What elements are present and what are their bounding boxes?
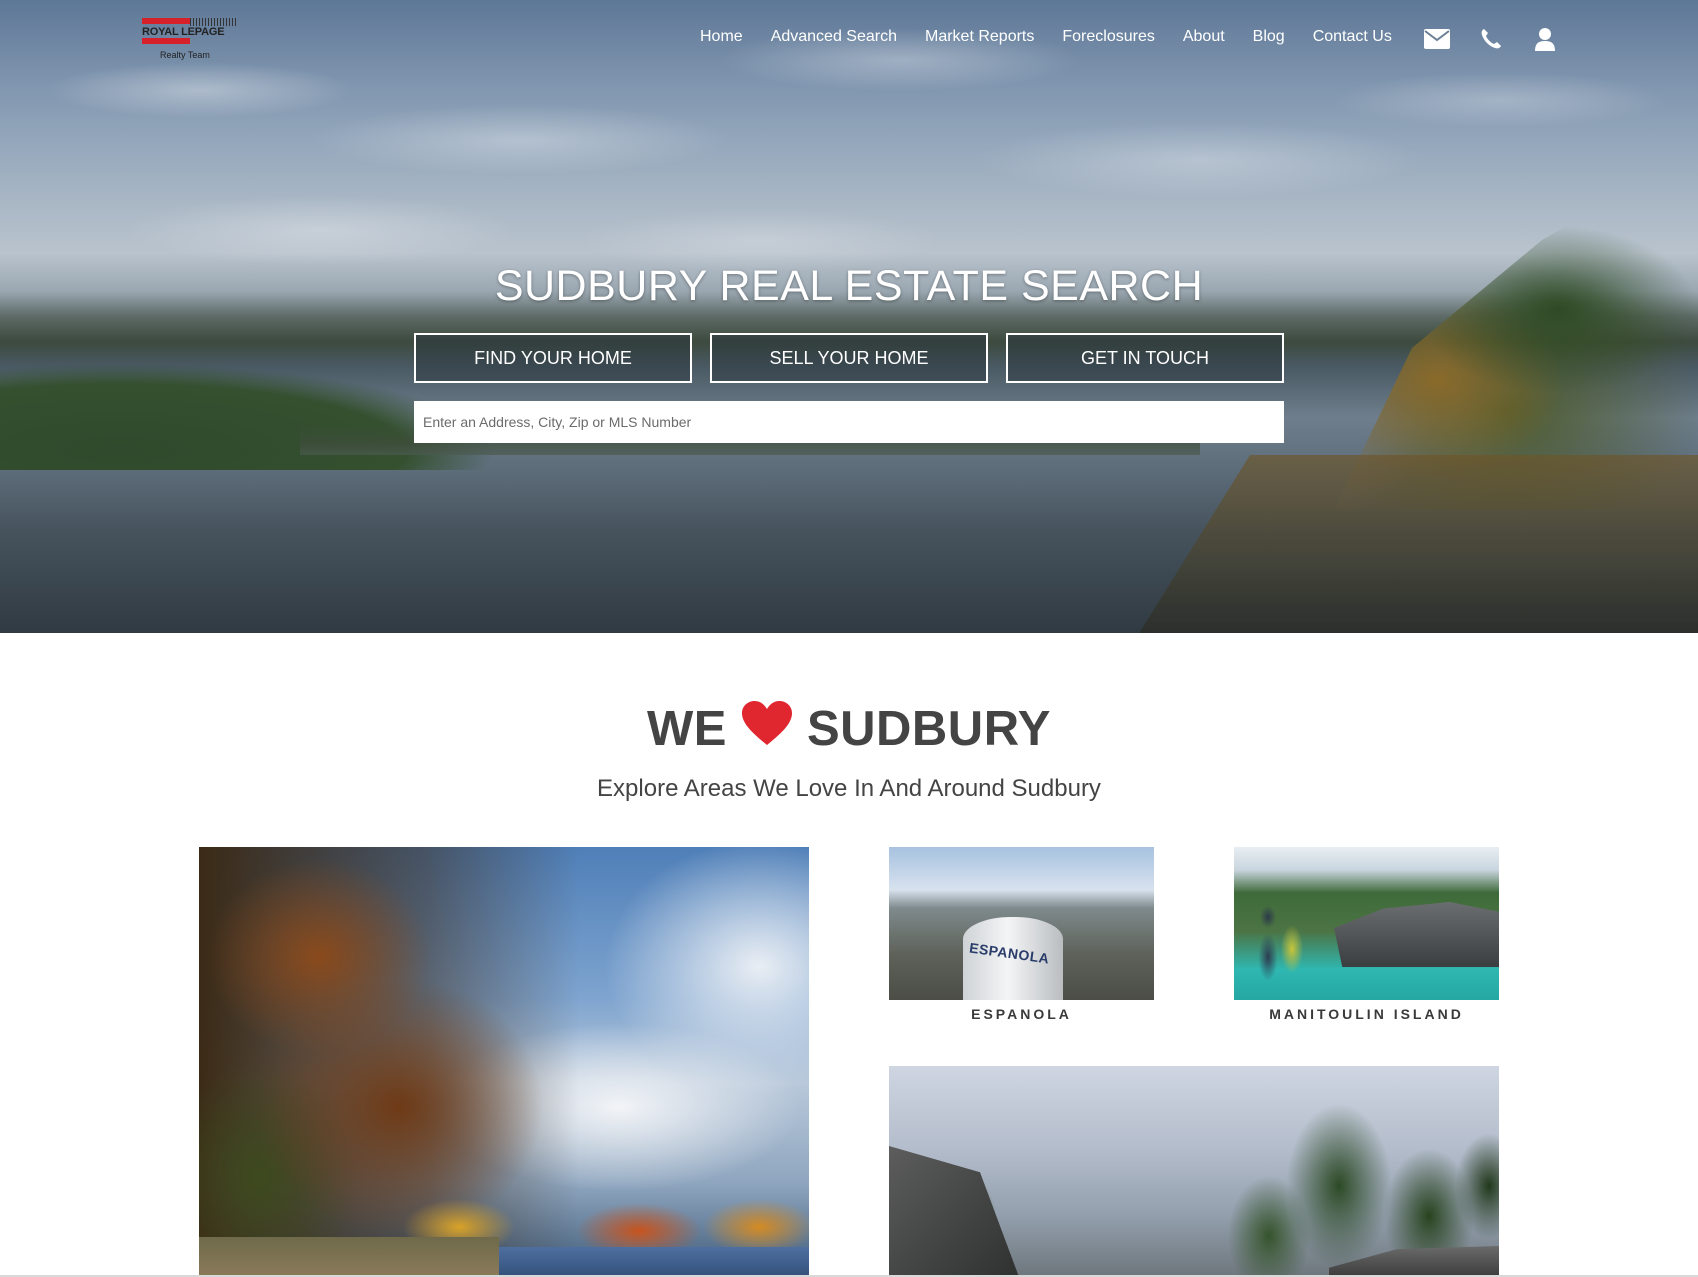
property-search-input[interactable] bbox=[414, 401, 1284, 443]
get-in-touch-button[interactable]: GET IN TOUCH bbox=[1006, 333, 1284, 383]
nav-foreclosures[interactable]: Foreclosures bbox=[1062, 28, 1154, 46]
photo-path bbox=[199, 1237, 499, 1277]
forest-area-photo[interactable] bbox=[889, 1066, 1499, 1277]
nav-advanced-search[interactable]: Advanced Search bbox=[771, 28, 897, 46]
nav-home[interactable]: Home bbox=[700, 28, 743, 46]
find-your-home-button[interactable]: FIND YOUR HOME bbox=[414, 333, 692, 383]
hero-banner bbox=[0, 0, 1698, 633]
user-icon[interactable] bbox=[1532, 26, 1558, 52]
hero-title: SUDBURY REAL ESTATE SEARCH bbox=[494, 262, 1204, 310]
espanola-label[interactable]: ESPANOLA bbox=[889, 1006, 1154, 1022]
love-subtitle: Explore Areas We Love In And Around Sudb… bbox=[597, 775, 1101, 802]
love-heading-we: WE bbox=[647, 702, 727, 756]
sell-your-home-button[interactable]: SELL YOUR HOME bbox=[710, 333, 988, 383]
photo-hikers bbox=[1248, 887, 1308, 997]
manitoulin-island-photo[interactable] bbox=[1234, 847, 1499, 1000]
logo-bars bbox=[190, 18, 236, 26]
photo-rock-formation bbox=[1334, 902, 1499, 967]
main-nav: Home Advanced Search Market Reports Fore… bbox=[700, 28, 1420, 46]
logo-team-text: Realty Team bbox=[160, 50, 210, 60]
royal-lepage-logo[interactable]: ROYAL LEPAGE Realty Team bbox=[142, 18, 236, 62]
phone-icon[interactable] bbox=[1478, 26, 1504, 52]
love-heading: WE SUDBURY bbox=[0, 700, 1698, 758]
nav-market-reports[interactable]: Market Reports bbox=[925, 28, 1034, 46]
sudbury-area-photo[interactable] bbox=[199, 847, 809, 1277]
nav-contact-us[interactable]: Contact Us bbox=[1313, 28, 1392, 46]
nav-about[interactable]: About bbox=[1183, 28, 1225, 46]
logo-stripe bbox=[142, 18, 190, 24]
logo-brand-text: ROYAL LEPAGE bbox=[142, 26, 225, 38]
logo-stripe bbox=[142, 38, 190, 44]
nav-blog[interactable]: Blog bbox=[1253, 28, 1285, 46]
nav-icons bbox=[1424, 26, 1558, 52]
manitoulin-island-label[interactable]: MANITOULIN ISLAND bbox=[1234, 1006, 1499, 1022]
photo-water bbox=[459, 1247, 809, 1277]
envelope-icon[interactable] bbox=[1424, 26, 1450, 52]
espanola-photo[interactable]: ESPANOLA bbox=[889, 847, 1154, 1000]
love-heading-sudbury: SUDBURY bbox=[806, 702, 1051, 756]
hero-cta-row: FIND YOUR HOME SELL YOUR HOME GET IN TOU… bbox=[414, 333, 1284, 383]
heart-icon bbox=[741, 700, 793, 758]
